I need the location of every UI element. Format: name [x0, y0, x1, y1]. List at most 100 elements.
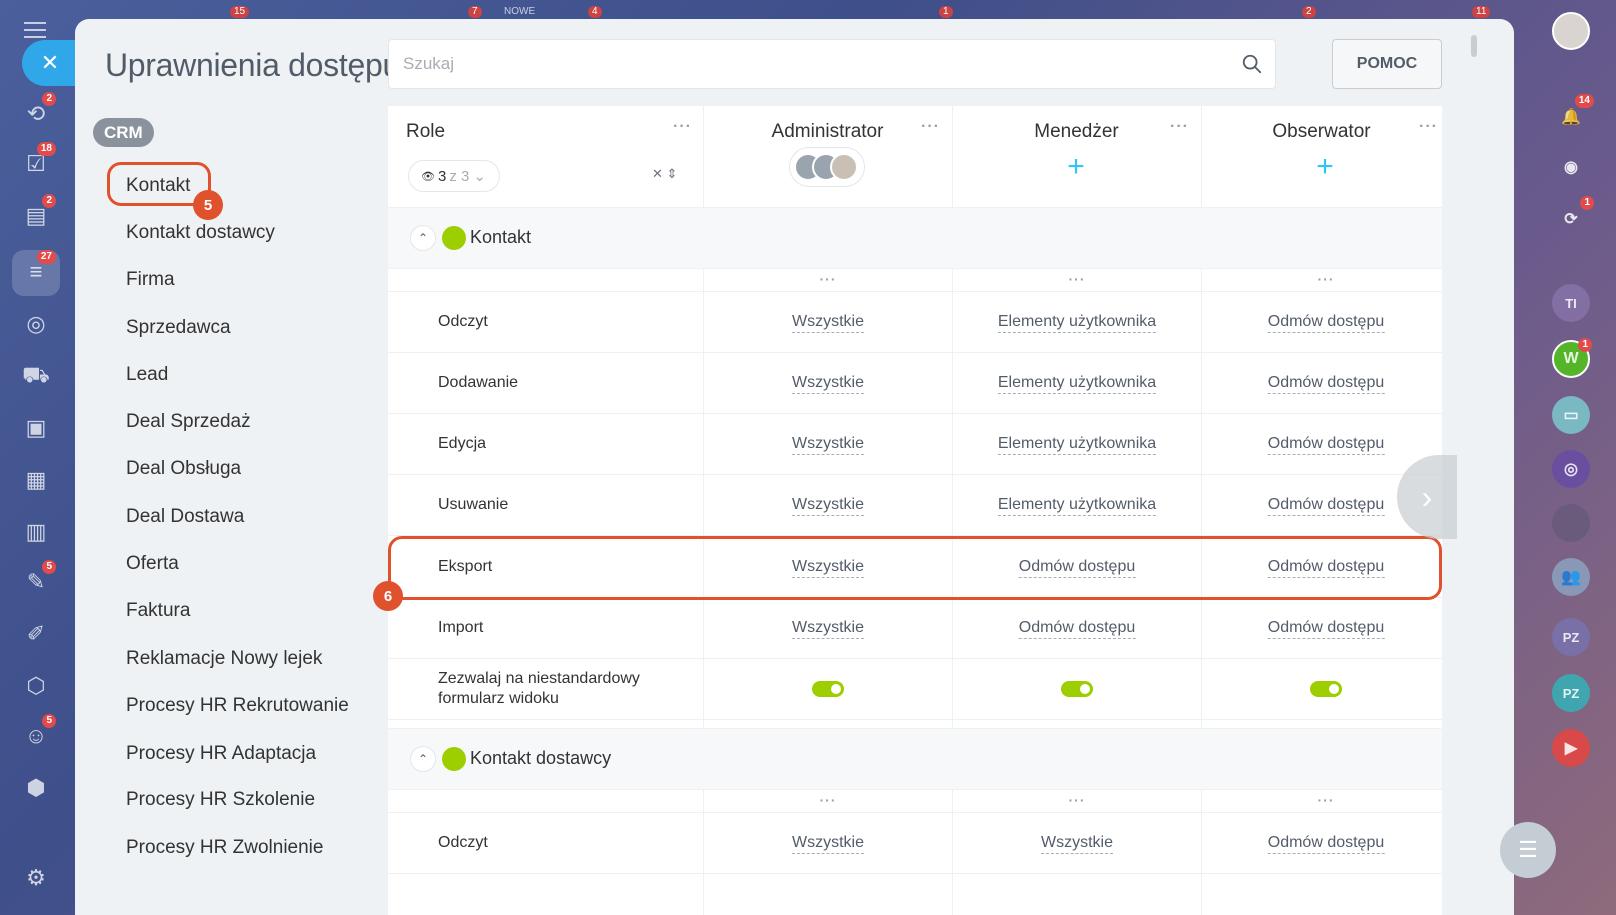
more-icon[interactable]: ···: [1069, 271, 1086, 287]
chevron-up-icon[interactable]: ⌃: [410, 225, 436, 251]
permission-value[interactable]: Elementy użytkownika: [997, 373, 1157, 394]
tasks-icon[interactable]: ☑ 18: [18, 142, 56, 182]
add-member-button[interactable]: +: [1310, 152, 1340, 182]
settings-icon[interactable]: ⚙: [18, 860, 54, 896]
role-filter-dropdown[interactable]: 👁 3 z 3 ⌄: [408, 160, 500, 192]
close-button[interactable]: ✕: [22, 40, 78, 86]
user-avatar[interactable]: [1552, 12, 1590, 50]
nav-item[interactable]: Firma: [126, 269, 175, 291]
permission-value[interactable]: Odmów dostępu: [1267, 495, 1385, 516]
group-chat-icon[interactable]: ▭: [1552, 396, 1590, 434]
badge: 5: [42, 560, 56, 574]
video-call-icon[interactable]: ▶: [1552, 729, 1590, 767]
bell-icon[interactable]: 🔔 14: [1552, 94, 1594, 136]
avatar-ti[interactable]: TI: [1552, 284, 1590, 322]
permission-value[interactable]: Odmów dostępu: [1267, 373, 1385, 394]
nav-item[interactable]: Lead: [126, 364, 168, 386]
calendar-icon[interactable]: ▦: [18, 462, 54, 498]
permission-value[interactable]: Elementy użytkownika: [997, 434, 1157, 455]
more-icon[interactable]: ···: [1069, 792, 1086, 808]
right-rail: 🔔 14 ◉ ⟳ 1 TI W1 ▭ ◎ 👥 PZ PZ ▶: [1524, 0, 1616, 915]
avatar-w[interactable]: W1: [1552, 338, 1592, 378]
permission-value[interactable]: Odmów dostępu: [1267, 312, 1385, 333]
box-icon[interactable]: ⬢: [18, 770, 54, 806]
nav-item[interactable]: Kontakt dostawcy: [126, 222, 275, 244]
document-sign-icon[interactable]: ✎ 5: [18, 560, 56, 600]
chevron-up-icon[interactable]: ⌃: [410, 746, 436, 772]
contact-card-icon[interactable]: ▤ 2: [18, 194, 56, 234]
top-badge: 4: [588, 6, 602, 18]
people-icon[interactable]: 👥: [1552, 558, 1590, 596]
more-icon[interactable]: ···: [673, 118, 692, 136]
nav-item[interactable]: Procesy HR Szkolenie: [126, 789, 315, 811]
collapse-expand-icon[interactable]: ✕ ⇕: [652, 166, 677, 182]
permission-value[interactable]: Wszystkie: [792, 618, 864, 639]
permission-value[interactable]: Wszystkie: [792, 833, 864, 854]
bar-chart-icon[interactable]: ▥: [18, 514, 54, 550]
search-box: [388, 39, 1276, 89]
nav-item[interactable]: Deal Sprzedaż: [126, 411, 251, 433]
badge: 2: [42, 194, 56, 208]
more-icon[interactable]: ···: [820, 271, 837, 287]
permission-value[interactable]: Elementy użytkownika: [997, 495, 1157, 516]
permissions-table: Role ··· 👁 3 z 3 ⌄ ✕ ⇕ Administrator ···…: [388, 106, 1442, 915]
permission-value[interactable]: Odmów dostępu: [1267, 618, 1385, 639]
top-badge: 7: [468, 6, 482, 18]
more-icon[interactable]: ···: [1318, 271, 1335, 287]
member-avatars[interactable]: [789, 147, 865, 187]
custom-form-toggle[interactable]: [812, 681, 844, 697]
nav-item[interactable]: Procesy HR Rekrutowanie: [126, 695, 349, 717]
inbox-icon[interactable]: ▣: [18, 410, 54, 446]
hexagon-icon[interactable]: ⬡: [18, 668, 54, 704]
permission-value[interactable]: Wszystkie: [792, 373, 864, 394]
menu-icon[interactable]: [24, 22, 46, 38]
nav-item[interactable]: Reklamacje Nowy lejek: [126, 648, 322, 670]
nav-item[interactable]: Oferta: [126, 553, 179, 575]
robot-icon[interactable]: ☺ 5: [18, 714, 56, 754]
pen-icon[interactable]: ✐: [18, 616, 54, 652]
permission-value[interactable]: Elementy użytkownika: [997, 312, 1157, 333]
permission-value[interactable]: Wszystkie: [792, 434, 864, 455]
search-icon[interactable]: [1241, 53, 1263, 75]
permission-value[interactable]: Odmów dostępu: [1267, 833, 1385, 854]
custom-form-toggle[interactable]: [1061, 681, 1093, 697]
more-icon[interactable]: ···: [1318, 792, 1335, 808]
more-icon[interactable]: ···: [1170, 118, 1189, 136]
nav-item[interactable]: Sprzedawca: [126, 317, 231, 339]
add-member-button[interactable]: +: [1061, 152, 1091, 182]
permission-value[interactable]: Wszystkie: [1041, 833, 1113, 854]
spiral-icon[interactable]: ◉: [1552, 148, 1590, 186]
route-icon[interactable]: ⟲ 2: [18, 92, 56, 132]
nav-item[interactable]: Deal Dostawa: [126, 506, 244, 528]
chat-button[interactable]: ☰: [1500, 822, 1556, 878]
avatar-pz[interactable]: PZ: [1552, 674, 1590, 712]
table-row: Import Wszystkie Odmów dostępu Odmów dos…: [388, 598, 1442, 659]
more-icon[interactable]: ···: [921, 118, 940, 136]
cart-icon[interactable]: ⛟: [18, 358, 54, 394]
search-input[interactable]: [389, 40, 1275, 88]
nav-item[interactable]: Procesy HR Zwolnienie: [126, 837, 323, 859]
permission-value[interactable]: Odmów dostępu: [1018, 618, 1136, 639]
contact-icon: [442, 226, 466, 250]
chat-refresh-icon[interactable]: ⟳ 1: [1552, 196, 1594, 238]
open-channel-icon[interactable]: ◎: [1552, 450, 1590, 488]
help-button[interactable]: POMOC: [1332, 39, 1442, 89]
nav-item[interactable]: Procesy HR Adaptacja: [126, 743, 316, 765]
nav-item[interactable]: Deal Obsługa: [126, 458, 241, 480]
table-row: Odczyt Wszystkie Wszystkie Odmów dostępu: [388, 813, 1442, 874]
permission-value[interactable]: Wszystkie: [792, 312, 864, 333]
more-icon[interactable]: ···: [1419, 118, 1438, 136]
custom-form-toggle[interactable]: [1310, 681, 1342, 697]
avatar-pz[interactable]: PZ: [1552, 618, 1590, 656]
permission-label: Zezwalaj na niestandardowy formularz wid…: [438, 670, 640, 707]
permission-value[interactable]: Odmów dostępu: [1267, 434, 1385, 455]
scrollbar[interactable]: [1471, 35, 1477, 57]
nav-item[interactable]: Faktura: [126, 600, 190, 622]
permission-value[interactable]: Wszystkie: [792, 495, 864, 516]
target-icon[interactable]: ◎: [18, 306, 54, 342]
more-icon[interactable]: ···: [820, 792, 837, 808]
crm-funnel-icon[interactable]: ≡ 27: [18, 250, 56, 290]
image-avatar-icon[interactable]: [1552, 504, 1590, 542]
nav-item-kontakt[interactable]: Kontakt: [126, 175, 190, 197]
top-badge: 15: [230, 6, 250, 18]
